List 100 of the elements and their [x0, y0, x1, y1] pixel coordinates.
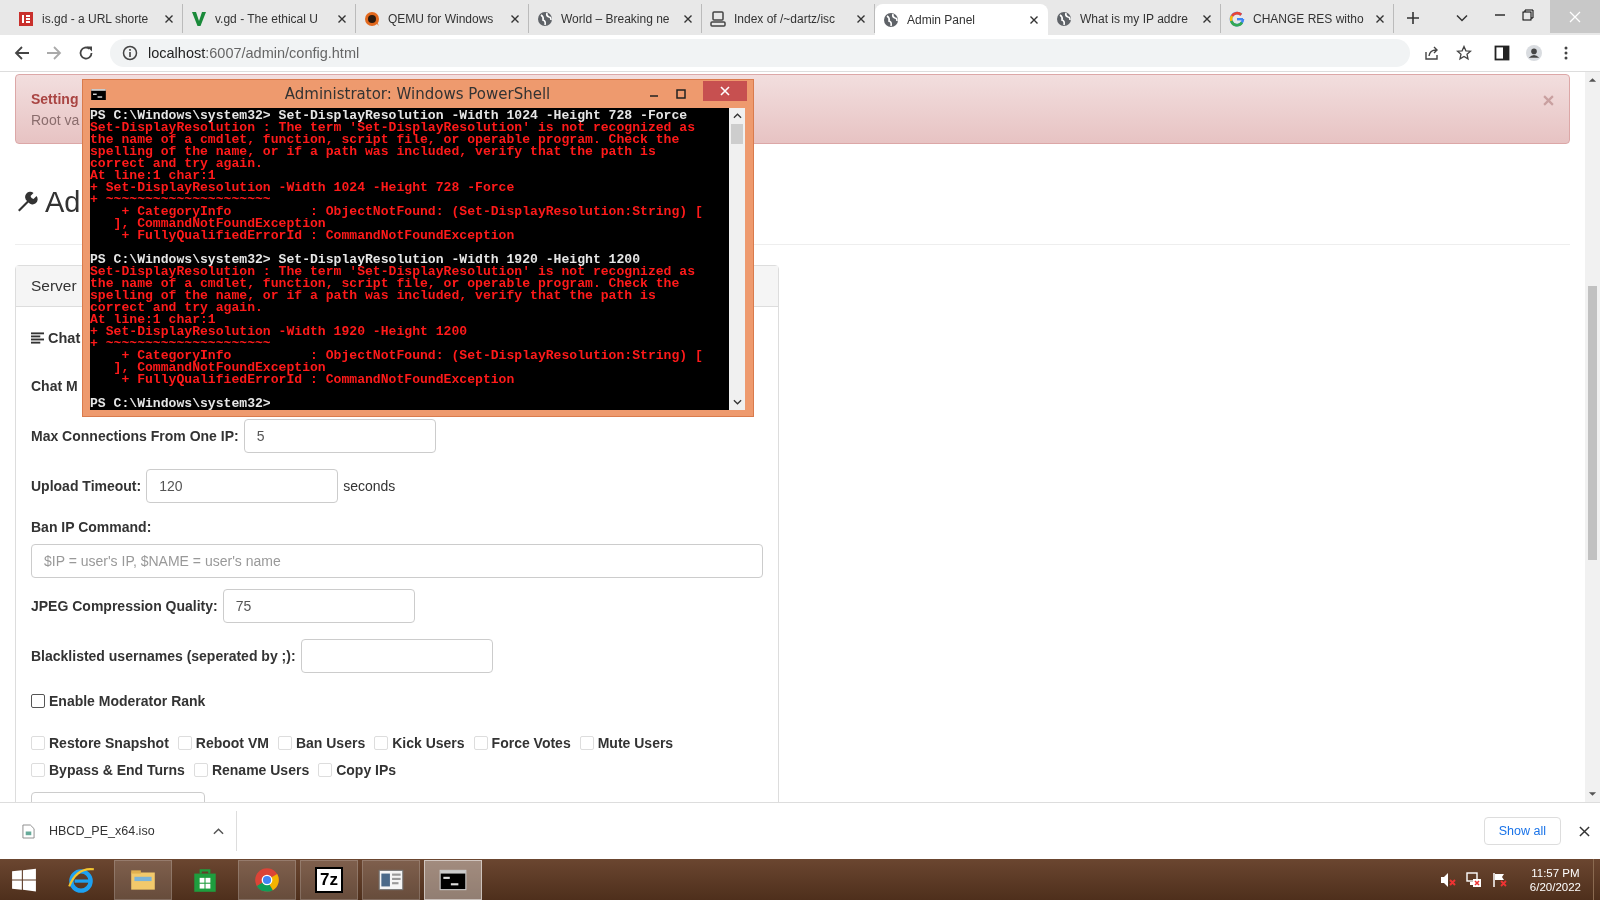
error-text: + FullyQualifiedErrorId : CommandNotFoundException	[121, 230, 516, 242]
error-text: + Set-DisplayResolution -Width 1024 -Height 728 -Force	[90, 182, 516, 194]
scroll-up-icon[interactable]	[1588, 77, 1597, 83]
error-text: ], CommandNotFoundException	[112, 362, 326, 374]
close-icon[interactable]	[683, 13, 693, 24]
tab-title: CHANGE RES witho	[1253, 11, 1365, 26]
address-bar[interactable]: localhost:6007/admin/config.html	[110, 39, 1410, 67]
browser-tab[interactable]: CHANGE RES witho	[1221, 4, 1394, 33]
taskbar-app[interactable]	[114, 859, 172, 900]
plus-icon[interactable]	[1406, 11, 1420, 25]
taskbar-app[interactable]	[362, 859, 420, 900]
field-label: Max Connections From One IP:	[31, 428, 239, 444]
input-field[interactable]: 75	[222, 589, 415, 623]
close-icon[interactable]	[1579, 825, 1590, 837]
logo-icon	[364, 10, 380, 27]
error-text: + ~~~~~~~~~~~~~~~~~~~~~	[90, 338, 272, 350]
file-icon	[22, 823, 35, 839]
clock-date: 6/20/2022	[1529, 880, 1581, 893]
error-text: + CategoryInfo : ObjectNotFound: (Set-DisplayResolution:String) [	[121, 350, 704, 362]
close-icon[interactable]	[1375, 13, 1385, 24]
checkbox-label: Enable Moderator Rank	[49, 693, 206, 709]
unit-label: seconds	[343, 478, 396, 494]
command-text: PS C:\Windows\system32> Set-DisplayResolution -Width 1024 -Height 728 -Force	[90, 110, 689, 122]
input-field[interactable]	[300, 639, 493, 673]
alert-title: Setting	[31, 91, 79, 107]
input-field[interactable]: $IP = user's IP, $NAME = user's name	[31, 544, 763, 578]
error-text: + CategoryInfo : ObjectNotFound: (Set-DisplayResolution:String) [	[121, 206, 704, 218]
chevron-down-icon[interactable]	[1456, 14, 1468, 22]
close-icon[interactable]	[856, 13, 866, 24]
close-icon[interactable]	[1202, 13, 1212, 24]
back-icon[interactable]	[14, 45, 30, 61]
taskbar-app[interactable]: 7z	[300, 859, 358, 900]
flag-icon[interactable]	[1491, 871, 1508, 888]
browser-tab[interactable]: What is my IP addre	[1048, 4, 1221, 33]
tab-title: Index of /~dartz/isc	[734, 11, 837, 26]
download-filename[interactable]: HBCD_PE_x64.iso	[49, 824, 213, 838]
reload-icon[interactable]	[78, 45, 94, 61]
restore-icon[interactable]	[1522, 9, 1534, 21]
star-icon[interactable]	[1456, 45, 1472, 61]
tab-title: v.gd - The ethical U	[215, 11, 319, 26]
clock[interactable]: 11:57 PM 6/20/2022	[1529, 866, 1581, 893]
info-icon[interactable]	[122, 45, 138, 61]
close-icon[interactable]	[1029, 14, 1039, 25]
scrollbar-thumb[interactable]	[1588, 286, 1597, 560]
close-icon[interactable]	[164, 13, 174, 24]
error-text: the name of a cmdlet, function, script file, or operable program. Check the	[90, 134, 681, 146]
show-all-button[interactable]: Show all	[1483, 817, 1561, 845]
tab-title: World – Breaking ne	[561, 11, 671, 26]
globe-icon	[1056, 10, 1072, 27]
scroll-up-icon[interactable]	[732, 113, 742, 119]
chevron-up-icon[interactable]	[213, 827, 224, 835]
windows-logo-icon[interactable]	[11, 866, 37, 893]
url-text: localhost:6007/admin/config.html	[148, 45, 360, 61]
globe-icon	[537, 10, 553, 27]
network-icon[interactable]	[1465, 871, 1482, 888]
error-text: spelling of the name, or if a path was included, verify that the path is	[90, 290, 657, 302]
logo-icon	[191, 10, 207, 27]
browser-tab[interactable]: QEMU for Windows	[356, 4, 529, 33]
error-text: + FullyQualifiedErrorId : CommandNotFoundException	[121, 374, 516, 386]
sidebar-icon[interactable]	[1494, 45, 1510, 61]
checkbox-label: Mute Users	[597, 734, 674, 751]
browser-tab[interactable]: v.gd - The ethical U	[183, 4, 356, 33]
input-field[interactable]: 5	[243, 419, 436, 453]
error-text: correct and try again.	[90, 302, 264, 314]
checkbox-label: Restore Snapshot	[49, 734, 169, 751]
error-text: Set-DisplayResolution : The term 'Set-DisplayResolution' is not recognized as	[90, 122, 697, 134]
logo-icon	[18, 10, 34, 27]
input-field[interactable]: 120	[146, 469, 339, 503]
scrollbar[interactable]	[1585, 72, 1600, 802]
clock-time: 11:57 PM	[1531, 866, 1580, 879]
tab-title: What is my IP addre	[1080, 11, 1189, 26]
checkbox[interactable]	[31, 694, 45, 708]
error-text: At line:1 char:1	[90, 170, 216, 182]
computer-icon	[710, 10, 726, 27]
field-label: Blacklisted usernames (seperated by ;):	[31, 648, 296, 664]
scrollbar-thumb[interactable]	[731, 124, 743, 144]
browser-tab[interactable]: World – Breaking ne	[529, 4, 702, 33]
error-text: ], CommandNotFoundException	[112, 218, 326, 230]
close-icon[interactable]	[510, 13, 520, 24]
console-icon	[91, 88, 106, 100]
scroll-down-icon[interactable]	[1588, 791, 1597, 797]
field-label: Ban IP Command:	[31, 519, 153, 535]
scrollbar[interactable]	[729, 108, 745, 410]
taskbar-app[interactable]	[424, 859, 482, 900]
browser-tab[interactable]: is.gd - a URL shorte	[10, 4, 183, 33]
share-icon[interactable]	[1424, 45, 1440, 61]
volume-muted-icon[interactable]	[1439, 871, 1456, 888]
error-text: + Set-DisplayResolution -Width 1920 -Height 1200	[90, 326, 469, 338]
profile-icon[interactable]	[1526, 45, 1542, 61]
close-button[interactable]	[703, 81, 747, 101]
tab-title: Admin Panel	[907, 12, 977, 27]
list-icon	[31, 332, 44, 344]
browser-tab[interactable]: Admin Panel	[875, 4, 1048, 35]
checkbox-label: Rename Users	[211, 761, 310, 778]
maximize-icon[interactable]	[676, 89, 686, 99]
alert-message: Root va	[31, 112, 80, 128]
scroll-down-icon[interactable]	[732, 399, 742, 405]
close-icon[interactable]	[337, 13, 347, 24]
checkbox-label: Reboot VM	[195, 734, 269, 751]
checkbox-label: Bypass & End Turns	[49, 761, 185, 778]
